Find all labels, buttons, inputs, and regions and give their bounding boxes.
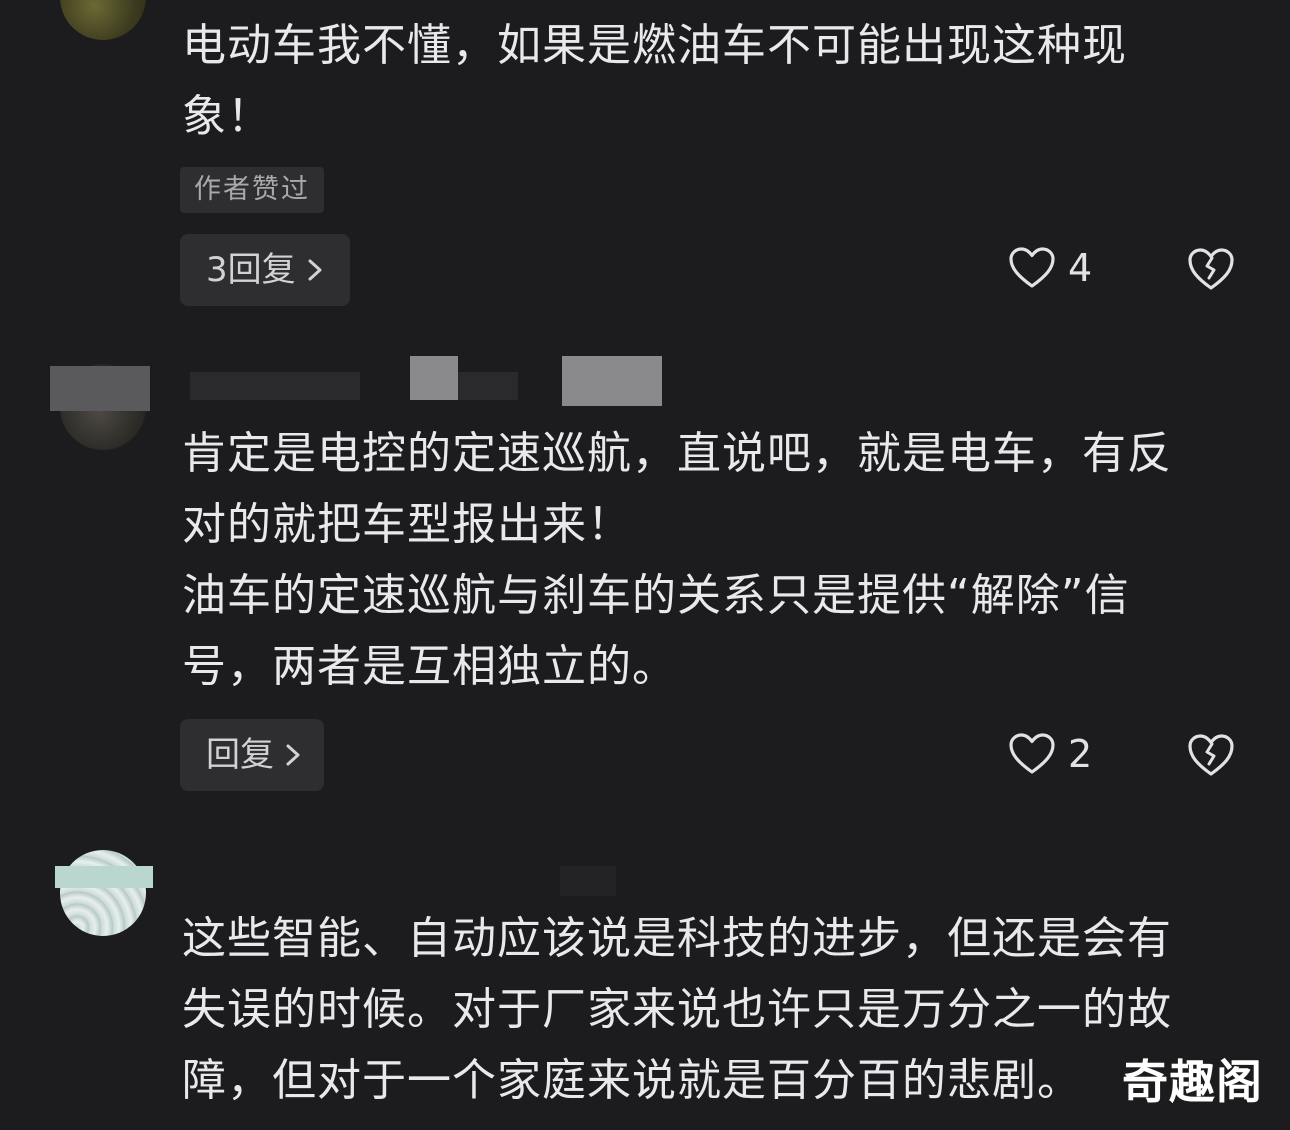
comment-3: 这些智能、自动应该说是科技的进步，但还是会有 失误的时候。对于厂家来说也许只是万… [0, 0, 1290, 1130]
comment-line: 这些智能、自动应该说是科技的进步，但还是会有 [182, 913, 1172, 964]
comment-line: 失误的时候。对于厂家来说也许只是万分之一的故 [182, 984, 1172, 1035]
username-mask [560, 866, 616, 896]
avatar-mask [55, 866, 153, 888]
avatar[interactable] [60, 850, 146, 936]
comment-line: 障，但对于一个家庭来说就是百分百的悲剧。 [182, 1055, 1082, 1106]
comment-text: 这些智能、自动应该说是科技的进步，但还是会有 失误的时候。对于厂家来说也许只是万… [182, 903, 1242, 1116]
watermark: 奇趣阁 [1122, 1055, 1263, 1109]
